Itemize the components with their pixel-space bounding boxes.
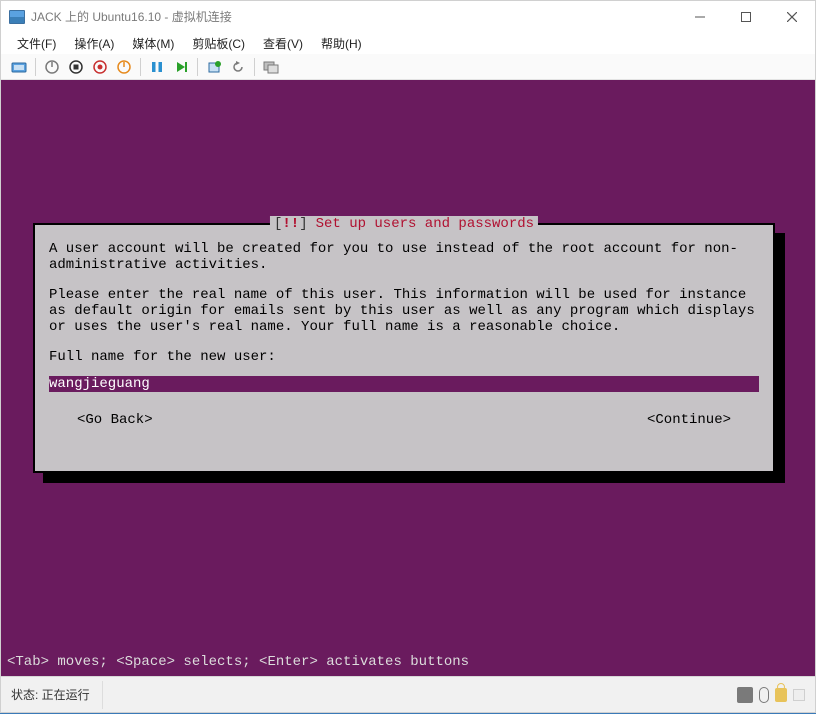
dialog-paragraph-2: Please enter the real name of this user.… [49, 287, 759, 335]
keyboard-icon [737, 687, 753, 703]
toolbar-separator [140, 58, 141, 76]
status-icons [737, 687, 805, 703]
toolbar-separator [35, 58, 36, 76]
menu-file[interactable]: 文件(F) [9, 33, 64, 54]
minimize-button[interactable] [677, 2, 723, 32]
go-back-button[interactable]: <Go Back> [77, 412, 153, 428]
continue-button[interactable]: <Continue> [647, 412, 731, 428]
vm-display[interactable]: [ !! ] Set up users and passwords A user… [1, 80, 815, 676]
menubar: 文件(F) 操作(A) 媒体(M) 剪贴板(C) 查看(V) 帮助(H) [1, 32, 815, 54]
mouse-icon [759, 687, 769, 703]
vm-connection-window: JACK 上的 Ubuntu16.10 - 虚拟机连接 文件(F) 操作(A) … [0, 0, 816, 713]
status-divider [102, 681, 103, 709]
menu-help[interactable]: 帮助(H) [313, 33, 370, 54]
dialog-title-text: Set up users and passwords [316, 216, 534, 232]
display-config-icon[interactable] [793, 689, 805, 701]
reset-button[interactable] [169, 56, 193, 78]
fullname-prompt: Full name for the new user: [49, 349, 759, 365]
turnoff-button[interactable] [64, 56, 88, 78]
installer-dialog: [ !! ] Set up users and passwords A user… [33, 223, 775, 473]
checkpoint-button[interactable] [202, 56, 226, 78]
titlebar: JACK 上的 Ubuntu16.10 - 虚拟机连接 [1, 1, 815, 32]
close-button[interactable] [769, 2, 815, 32]
fullname-input[interactable]: wangjieguang [49, 376, 759, 392]
lock-icon [775, 688, 787, 702]
menu-media[interactable]: 媒体(M) [124, 33, 182, 54]
window-title: JACK 上的 Ubuntu16.10 - 虚拟机连接 [31, 8, 232, 25]
menu-view[interactable]: 查看(V) [255, 33, 311, 54]
save-button[interactable] [112, 56, 136, 78]
menu-clipboard[interactable]: 剪贴板(C) [184, 33, 253, 54]
dialog-title: [ !! ] Set up users and passwords [270, 216, 538, 232]
pause-button[interactable] [145, 56, 169, 78]
maximize-button[interactable] [723, 2, 769, 32]
status-text: 状态: 正在运行 [11, 686, 90, 703]
status-bar: 状态: 正在运行 [1, 676, 815, 712]
ctrl-alt-del-button[interactable] [7, 56, 31, 78]
app-icon [9, 10, 25, 24]
title-bracket: [ [274, 216, 282, 232]
dialog-paragraph-1: A user account will be created for you t… [49, 241, 759, 273]
start-button[interactable] [40, 56, 64, 78]
window-controls [677, 2, 815, 32]
menu-action[interactable]: 操作(A) [66, 33, 122, 54]
revert-button[interactable] [226, 56, 250, 78]
input-remainder [150, 376, 759, 392]
enhanced-session-button[interactable] [259, 56, 283, 78]
help-bar: <Tab> moves; <Space> selects; <Enter> ac… [7, 654, 469, 670]
toolbar-separator [254, 58, 255, 76]
title-bang: !! [282, 216, 299, 232]
fullname-input-value: wangjieguang [49, 376, 150, 392]
toolbar [1, 54, 815, 80]
shutdown-button[interactable] [88, 56, 112, 78]
title-bracket: ] [299, 216, 307, 232]
toolbar-separator [197, 58, 198, 76]
